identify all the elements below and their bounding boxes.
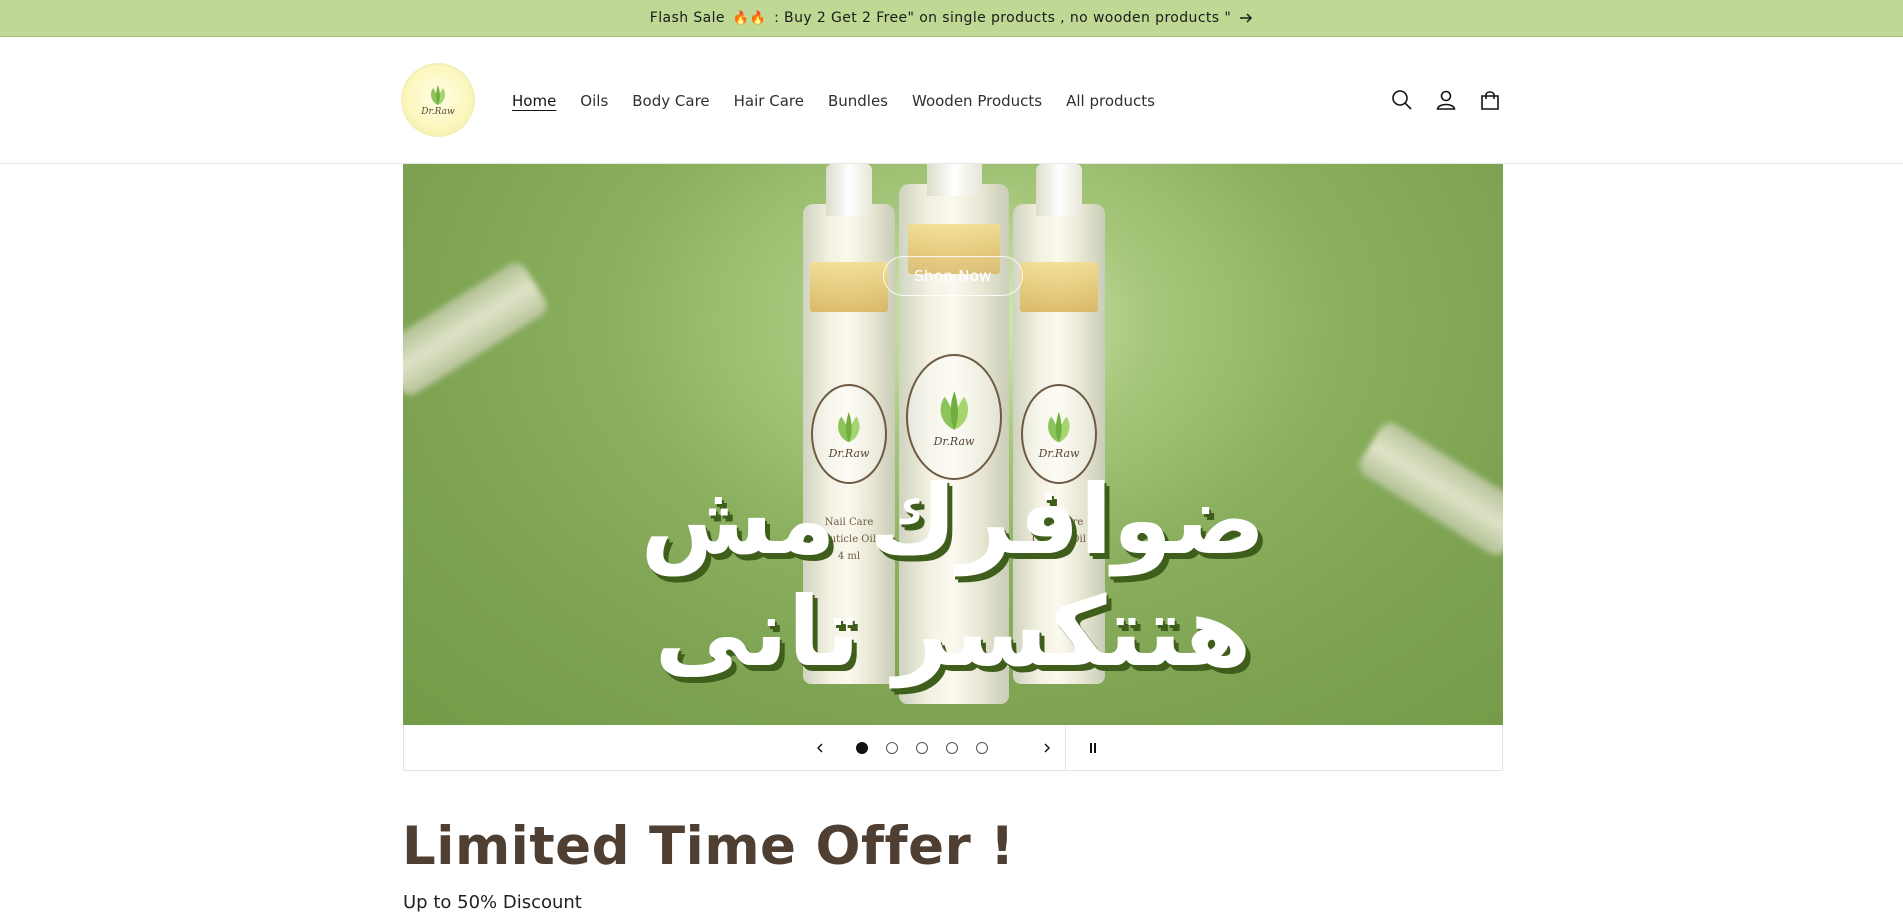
- announcement-bar: Flash Sale 🔥🔥 : Buy 2 Get 2 Free" on sing…: [0, 0, 1903, 37]
- cart-button[interactable]: [1475, 85, 1505, 115]
- pause-icon: [1090, 743, 1096, 753]
- slider-controls: [403, 725, 1503, 771]
- slider-prev-button[interactable]: [808, 736, 832, 760]
- header-icons: [1387, 85, 1505, 115]
- slider-dots: [856, 742, 988, 754]
- logo-text: Dr.Raw: [421, 106, 455, 117]
- offer-subtitle: Up to 50% Discount: [403, 892, 582, 913]
- logo[interactable]: Dr.Raw: [403, 65, 473, 135]
- slider-dot-2[interactable]: [886, 742, 898, 754]
- search-button[interactable]: [1387, 85, 1417, 115]
- hero-headline-line1: ضوافرك مش: [640, 464, 1266, 576]
- account-button[interactable]: [1431, 85, 1461, 115]
- nav-hair-care[interactable]: Hair Care: [722, 89, 816, 113]
- slider-dot-1[interactable]: [856, 742, 868, 754]
- arrow-right-icon: [1240, 13, 1253, 23]
- announcement-text-rest: : Buy 2 Get 2 Free" on single products ,…: [774, 10, 1232, 26]
- slider-dot-4[interactable]: [946, 742, 958, 754]
- nav-home[interactable]: Home: [512, 89, 568, 113]
- bottle-brand: Dr.Raw: [1038, 446, 1080, 460]
- leaf-icon: [430, 84, 446, 105]
- slider-divider: [1065, 725, 1066, 771]
- leaf-icon: [940, 391, 968, 430]
- hero-headline-line2: هتتكسر تانى: [654, 576, 1252, 688]
- slider-dot-3[interactable]: [916, 742, 928, 754]
- nav-bundles[interactable]: Bundles: [816, 89, 900, 113]
- offer-title: Limited Time Offer !: [402, 816, 1015, 877]
- account-icon: [1436, 90, 1456, 110]
- slider-next-button[interactable]: [1035, 736, 1059, 760]
- chevron-left-icon: [817, 743, 823, 753]
- main-nav: Home Oils Body Care Hair Care Bundles Wo…: [512, 89, 1167, 113]
- flame-icon: 🔥🔥: [732, 10, 767, 26]
- hero-banner: Dr.Raw Nail Care Cuticle Oil 4 ml Dr.Raw…: [403, 164, 1503, 725]
- site-header: Dr.Raw Home Oils Body Care Hair Care Bun…: [0, 37, 1903, 164]
- leaf-icon: [1048, 412, 1070, 443]
- search-icon: [1392, 90, 1412, 110]
- cart-icon: [1481, 91, 1499, 110]
- announcement-text-start: Flash Sale: [649, 10, 725, 26]
- nav-wooden-products[interactable]: Wooden Products: [900, 89, 1054, 113]
- announcement-link[interactable]: Flash Sale 🔥🔥 : Buy 2 Get 2 Free" on sing…: [650, 10, 1253, 26]
- slider-pause-button[interactable]: [1081, 736, 1105, 760]
- chevron-right-icon: [1044, 743, 1050, 753]
- bottle-brand: Dr.Raw: [933, 434, 975, 448]
- slider-dot-5[interactable]: [976, 742, 988, 754]
- leaf-icon: [838, 412, 860, 443]
- blurred-bottle-left: [403, 258, 551, 400]
- nav-body-care[interactable]: Body Care: [620, 89, 721, 113]
- shop-now-button[interactable]: Shop Now: [883, 256, 1023, 296]
- nav-all-products[interactable]: All products: [1054, 89, 1167, 113]
- bottle-brand: Dr.Raw: [828, 446, 870, 460]
- nav-oils[interactable]: Oils: [568, 89, 620, 113]
